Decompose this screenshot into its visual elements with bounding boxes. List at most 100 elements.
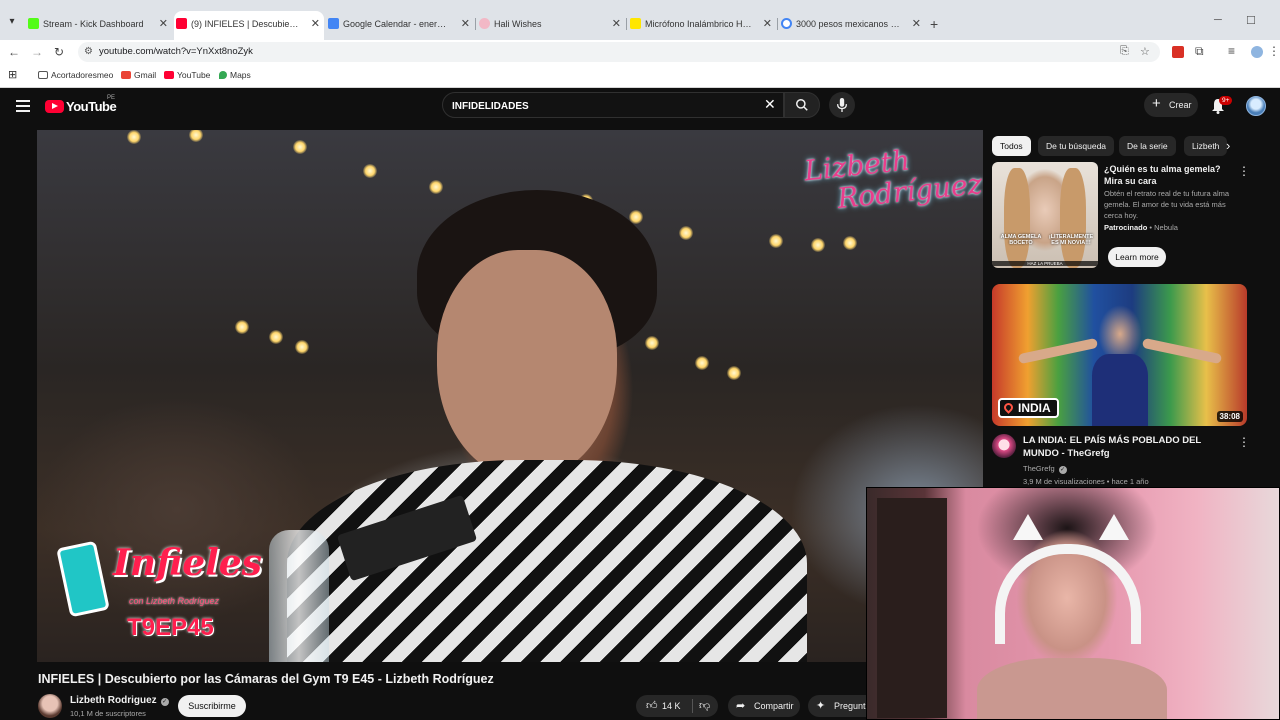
- tab-label: Google Calendar - enero de 2025: [343, 19, 451, 29]
- chip-de-tu-busqueda[interactable]: De tu búsqueda: [1038, 136, 1115, 156]
- create-button[interactable]: + Crear: [1144, 93, 1198, 117]
- more-options-icon[interactable]: ⋮: [1238, 164, 1250, 178]
- video-player[interactable]: Lizbeth Rodríguez Infieles con Lizbeth R…: [37, 130, 983, 662]
- related-video-title[interactable]: LA INDIA: EL PAÍS MÁS POBLADO DEL MUNDO …: [1023, 435, 1223, 460]
- sponsored-label: Patrocinado: [1104, 223, 1148, 232]
- ad-thumbnail[interactable]: ALMA GEMELA BOCETO ¡LITERALMENTE ES MI N…: [992, 162, 1098, 268]
- bookmark-gmail[interactable]: Gmail: [121, 70, 156, 80]
- back-icon[interactable]: ←: [8, 45, 20, 59]
- bookmark-label: Gmail: [134, 70, 157, 80]
- channel-name[interactable]: Lizbeth Rodriguez ✓: [70, 695, 169, 706]
- search-box: ✕: [442, 92, 784, 118]
- youtube-masthead: YouTube PE ✕ + Crear 9+: [0, 88, 1280, 130]
- close-tab-icon[interactable]: ✕: [461, 17, 470, 30]
- tab-search-button[interactable]: ▾: [4, 14, 20, 30]
- cat-ear-headphones: [995, 544, 1141, 644]
- chip-lizbeth[interactable]: Lizbeth: [1184, 136, 1228, 156]
- voice-search-button[interactable]: [829, 92, 855, 118]
- close-tab-icon[interactable]: ✕: [311, 17, 320, 30]
- webcam-overlay: [866, 487, 1280, 720]
- tab-pesos-soles[interactable]: 3000 pesos mexicanos a soles ✕: [779, 14, 925, 34]
- extension-icon[interactable]: [1172, 46, 1184, 58]
- related-channel-name[interactable]: TheGrefg ✓: [1023, 464, 1067, 474]
- related-channel-avatar[interactable]: [992, 434, 1016, 458]
- share-label: Compartir: [754, 701, 794, 711]
- advertiser-name: Nebula: [1154, 223, 1178, 232]
- chip-todos[interactable]: Todos: [992, 136, 1031, 156]
- youtube-wordmark: YouTube: [66, 99, 117, 114]
- learn-more-button[interactable]: Learn more: [1108, 247, 1166, 267]
- show-logo-episode: T9EP45: [127, 614, 214, 641]
- dislike-button-icon[interactable]: 👎︎: [699, 699, 710, 712]
- string-light: [429, 180, 443, 194]
- close-tab-icon[interactable]: ✕: [912, 17, 921, 30]
- tab-youtube-video[interactable]: (9) INFIELES | Descubierto por las ✕: [174, 11, 324, 40]
- thumb-arm-right: [1141, 337, 1223, 365]
- subscribe-button[interactable]: Suscribirme: [178, 695, 246, 717]
- account-avatar[interactable]: [1246, 96, 1266, 116]
- chevron-right-icon[interactable]: ›: [1226, 138, 1230, 153]
- tab-microfono[interactable]: Micrófono Inalámbrico Hollyland ✕: [628, 14, 776, 34]
- close-tab-icon[interactable]: ✕: [159, 17, 168, 30]
- forward-icon[interactable]: →: [31, 45, 43, 59]
- chip-de-la-serie[interactable]: De la serie: [1119, 136, 1176, 156]
- share-button[interactable]: ➦ Compartir: [728, 695, 800, 717]
- reload-icon[interactable]: ↻: [54, 45, 64, 59]
- folder-icon: [38, 71, 48, 79]
- cat-ear-left: [1013, 514, 1043, 540]
- search-button[interactable]: [784, 92, 820, 118]
- site-info-icon[interactable]: ⚙: [84, 46, 93, 57]
- like-button-icon[interactable]: 👍︎: [646, 699, 658, 712]
- tab-separator: [475, 18, 476, 30]
- extensions-puzzle-icon[interactable]: ⧉: [1195, 44, 1204, 59]
- kick-icon: [28, 18, 39, 29]
- string-light: [189, 130, 203, 142]
- bookmark-star-icon[interactable]: ☆: [1140, 45, 1150, 58]
- tab-label: (9) INFIELES | Descubierto por las: [191, 19, 301, 29]
- related-channel-name-text: TheGrefg: [1023, 464, 1055, 473]
- close-tab-icon[interactable]: ✕: [612, 17, 621, 30]
- address-bar[interactable]: ⚙ youtube.com/watch?v=YnXxt8noZyk ⎘ ☆: [78, 42, 1160, 62]
- install-app-icon[interactable]: ⎘: [1120, 45, 1129, 58]
- search-input[interactable]: [452, 98, 752, 114]
- related-video-thumbnail[interactable]: INDIA 38:08: [992, 284, 1247, 426]
- microphone-icon: [836, 98, 848, 112]
- url-text: youtube.com/watch?v=YnXxt8noZyk: [99, 46, 253, 57]
- maximize-icon[interactable]: ☐: [1246, 14, 1256, 27]
- tab-separator: [777, 18, 778, 30]
- reading-list-icon[interactable]: ≡: [1228, 44, 1235, 58]
- more-options-icon[interactable]: ⋮: [1238, 435, 1250, 449]
- clear-search-icon[interactable]: ✕: [764, 96, 776, 113]
- profile-icon[interactable]: [1251, 46, 1263, 58]
- ad-thumb-caption-right: ¡LITERALMENTE ES MI NOVIA!!!: [1048, 234, 1094, 246]
- youtube-icon: [164, 71, 174, 79]
- tab-kick-dashboard[interactable]: Stream - Kick Dashboard ✕: [26, 14, 172, 34]
- bookmarks-bar: ⊞ Acortadoresmeo Gmail YouTube Maps: [0, 64, 1280, 88]
- new-tab-button[interactable]: +: [930, 16, 938, 32]
- show-logo-subtitle: con Lizbeth Rodríguez: [129, 596, 220, 606]
- ask-button[interactable]: ✦ Pregunt: [808, 695, 868, 717]
- browser-menu-icon[interactable]: ⋮: [1268, 44, 1280, 58]
- like-count[interactable]: 14 K: [662, 701, 681, 711]
- ad-thumb-caption-left: ALMA GEMELA BOCETO: [1000, 234, 1042, 246]
- menu-icon[interactable]: [16, 100, 30, 112]
- ad-title[interactable]: ¿Quién es tu alma gemela? Mira su cara: [1104, 164, 1236, 187]
- cat-ears: [1007, 514, 1137, 554]
- thumb-arm-left: [1017, 337, 1099, 365]
- show-logo-title: Infieles: [113, 542, 262, 584]
- close-tab-icon[interactable]: ✕: [763, 17, 772, 30]
- bookmark-maps[interactable]: Maps: [219, 70, 251, 80]
- minimize-icon[interactable]: ─: [1214, 14, 1222, 26]
- ad-thumb-caption-bottom: HAZ LA PRUEBA: [992, 261, 1098, 266]
- tab-hali-wishes[interactable]: Hali Wishes ✕: [477, 14, 625, 34]
- tab-google-calendar[interactable]: Google Calendar - enero de 2025 ✕: [326, 14, 474, 34]
- mercadolibre-icon: [630, 18, 641, 29]
- bookmark-acortadoresmeo[interactable]: Acortadoresmeo: [38, 70, 113, 80]
- video-duration: 38:08: [1216, 411, 1243, 422]
- channel-avatar[interactable]: [38, 694, 62, 718]
- thumb-location-label: INDIA: [1018, 401, 1051, 415]
- thumb-person: [1092, 354, 1148, 426]
- apps-grid-icon[interactable]: ⊞: [8, 68, 17, 81]
- bookmark-youtube[interactable]: YouTube: [164, 70, 210, 80]
- string-light: [295, 340, 309, 354]
